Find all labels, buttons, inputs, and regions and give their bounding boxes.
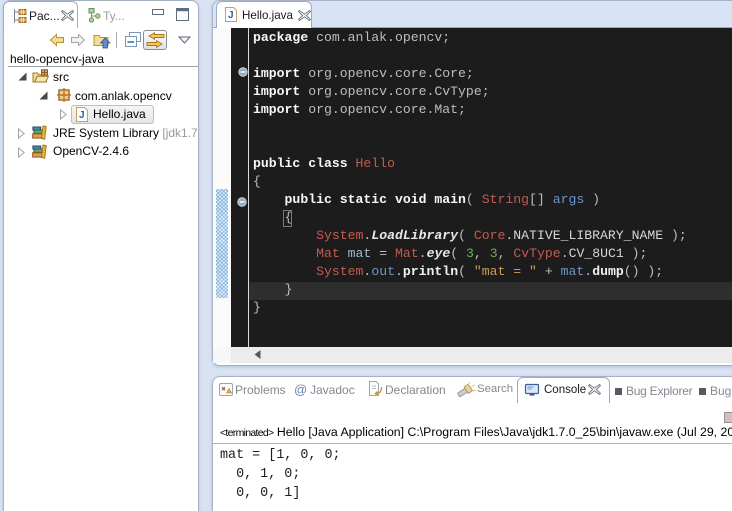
svg-text:J: J [79,110,85,121]
svg-text:J: J [228,10,234,21]
